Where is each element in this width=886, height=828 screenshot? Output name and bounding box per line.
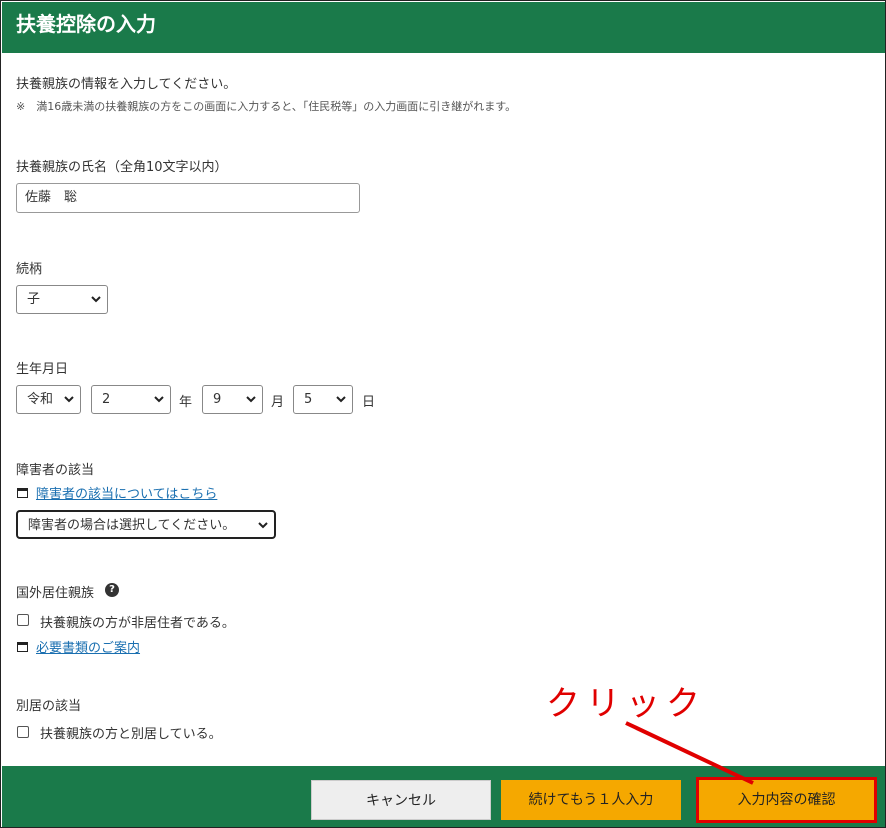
intro-note: ※ 満16歳未満の扶養親族の方をこの画面に入力すると、「住民税等」の入力画面に引…: [16, 100, 517, 113]
chevron-down-icon: [258, 522, 268, 529]
year-select-value: 2: [102, 392, 111, 407]
confirm-button[interactable]: 入力内容の確認: [696, 777, 877, 823]
external-window-icon: [17, 642, 28, 652]
relation-select[interactable]: 子: [16, 285, 108, 314]
year-select[interactable]: 2: [91, 385, 171, 414]
day-select-value: 5: [304, 392, 313, 407]
month-select[interactable]: 9: [202, 385, 263, 414]
intro-text: 扶養親族の情報を入力してください。: [16, 77, 237, 92]
chevron-down-icon: [64, 396, 74, 403]
documents-guide-link[interactable]: 必要書類のご案内: [36, 637, 140, 656]
year-unit: 年: [179, 395, 193, 410]
nonresident-checkbox-label[interactable]: 扶養親族の方が非居住者である。: [40, 612, 235, 631]
page-title: 扶養控除の入力: [2, 2, 885, 53]
disability-select-value: 障害者の場合は選択してください。: [28, 518, 236, 533]
form-window: 扶養控除の入力 扶養親族の情報を入力してください。 ※ 満16歳未満の扶養親族の…: [0, 0, 886, 828]
annotation-arrow-icon: [625, 721, 754, 785]
nonresident-checkbox[interactable]: [17, 614, 29, 626]
chevron-down-icon: [91, 296, 101, 303]
day-select[interactable]: 5: [293, 385, 353, 414]
month-unit: 月: [271, 395, 285, 410]
name-input[interactable]: 佐藤 聡: [16, 183, 360, 213]
era-select[interactable]: 令和: [16, 385, 81, 414]
day-unit: 日: [362, 395, 376, 410]
era-select-value: 令和: [27, 392, 54, 407]
chevron-down-icon: [336, 396, 346, 403]
cancel-button[interactable]: キャンセル: [311, 780, 491, 820]
add-another-button[interactable]: 続けてもう１人入力: [501, 780, 681, 820]
relation-label: 続柄: [16, 262, 43, 277]
separate-checkbox[interactable]: [17, 726, 29, 738]
chevron-down-icon: [154, 396, 164, 403]
external-window-icon: [17, 488, 28, 498]
chevron-down-icon: [246, 396, 256, 403]
disability-select[interactable]: 障害者の場合は選択してください。: [16, 510, 276, 539]
help-icon[interactable]: ?: [105, 583, 119, 597]
separate-label: 別居の該当: [16, 699, 82, 714]
relation-select-value: 子: [27, 292, 41, 307]
disability-info-link[interactable]: 障害者の該当についてはこちら: [36, 483, 217, 502]
click-annotation: クリック: [546, 684, 706, 724]
disability-label: 障害者の該当: [16, 463, 95, 478]
separate-checkbox-label[interactable]: 扶養親族の方と別居している。: [40, 723, 222, 742]
month-select-value: 9: [213, 392, 222, 407]
birthdate-label: 生年月日: [16, 362, 69, 377]
overseas-label: 国外居住親族: [16, 586, 95, 601]
name-label: 扶養親族の氏名（全角10文字以内）: [16, 160, 228, 175]
